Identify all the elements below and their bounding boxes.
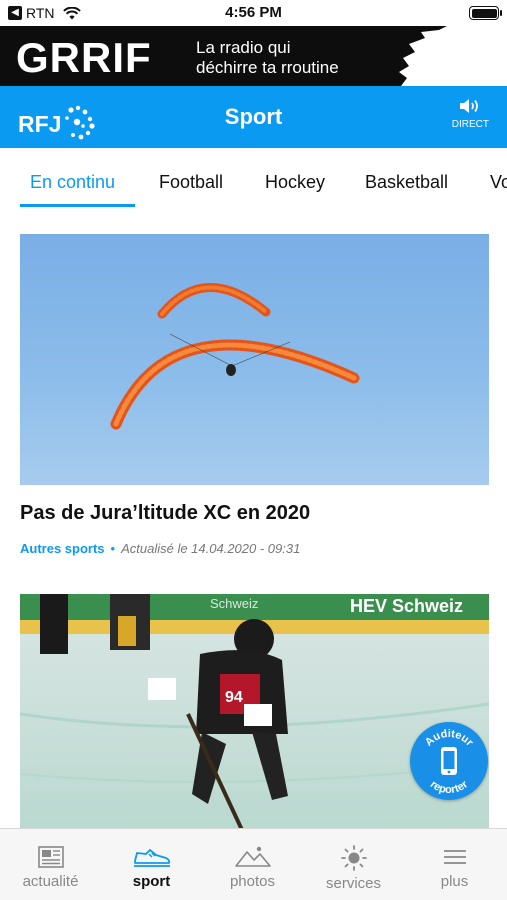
ad-tagline-line1: La rradio qui [196, 38, 291, 57]
active-tab-indicator [20, 204, 135, 207]
mountain-icon [234, 846, 271, 867]
nav-plus[interactable]: plus [404, 829, 505, 900]
menu-icon [443, 850, 466, 864]
paraglider-illustration [110, 283, 360, 430]
ad-banner[interactable]: GRRIF La rradio qui déchirre ta rroutine [0, 26, 507, 86]
article-title[interactable]: Pas de Jura’ltitude XC en 2020 [20, 502, 310, 525]
article-category[interactable]: Autres sports [20, 541, 105, 556]
ad-tagline-line2: déchirre ta rroutine [196, 58, 339, 77]
ad-logo: GRRIF [16, 34, 152, 81]
reporter-label-2: reporter [428, 778, 471, 796]
nav-sport[interactable]: sport [101, 829, 202, 900]
jersey-number: 94 [225, 689, 243, 706]
meta-separator: • [110, 541, 116, 556]
svg-text:reporter: reporter [428, 778, 471, 796]
nav-label-actualite: actualité [22, 873, 79, 890]
nav-label-plus: plus [440, 873, 469, 890]
newspaper-icon [37, 846, 64, 868]
direct-button[interactable]: DIRECT [452, 97, 489, 130]
auditeur-reporter-button[interactable]: Auditeur reporter [410, 722, 488, 800]
article-meta: Autres sports • Actualisé le 14.04.2020 - … [20, 541, 300, 556]
tab-hockey[interactable]: Hockey [265, 172, 325, 193]
torn-paper-graphic [399, 26, 507, 86]
article-date: Actualisé le 14.04.2020 - 09:31 [121, 541, 301, 556]
direct-label: DIRECT [451, 119, 489, 130]
phone-icon [441, 747, 457, 775]
reporter-badge: Auditeur reporter [423, 728, 476, 796]
status-bar: ◀ RTN 4:56 PM [0, 0, 507, 26]
nav-label-photos: photos [229, 873, 276, 890]
tab-basketball[interactable]: Basketball [365, 172, 448, 193]
nav-actualite[interactable]: actualité [0, 829, 101, 900]
tab-volleyball[interactable]: Vo [490, 172, 507, 193]
bottom-nav: actualité sport photos services plus [0, 828, 507, 900]
nav-label-sport: sport [132, 873, 171, 890]
nav-services[interactable]: services [303, 829, 404, 900]
ad-tagline: La rradio qui déchirre ta rroutine [196, 38, 339, 78]
board-text-2: HEV Schweiz [350, 596, 463, 616]
speaker-icon [460, 99, 479, 113]
tab-football[interactable]: Football [159, 172, 223, 193]
battery-icon [469, 6, 502, 20]
board-text-1: Schweiz [210, 596, 258, 611]
nav-label-services: services [325, 875, 381, 892]
app-header: RFJ Sport DIRECT [0, 86, 507, 148]
page-title: Sport [224, 104, 283, 129]
nav-photos[interactable]: photos [202, 829, 303, 900]
svg-text:Auditeur: Auditeur [423, 728, 476, 749]
article-image-paragliders[interactable] [20, 234, 489, 485]
tab-en-continu[interactable]: En continu [30, 172, 115, 193]
category-tabs: En continu Football Hockey Basketball Vo [0, 148, 507, 212]
sun-icon [340, 845, 367, 871]
sneaker-icon [133, 849, 170, 867]
status-time: 4:56 PM [225, 4, 282, 21]
reporter-label-1: Auditeur [423, 728, 476, 749]
